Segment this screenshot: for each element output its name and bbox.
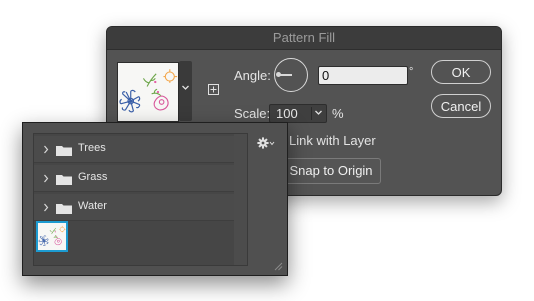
- resize-grip-icon[interactable]: [273, 261, 283, 271]
- angle-input[interactable]: 0: [318, 66, 408, 85]
- pattern-preset-panel: Trees Grass Water: [22, 122, 288, 276]
- scale-value: 100: [276, 106, 298, 121]
- angle-unit: °: [409, 66, 414, 78]
- cancel-button[interactable]: Cancel: [431, 94, 491, 118]
- floral-pattern-thumbnail: [119, 68, 178, 113]
- preset-group-grass[interactable]: Grass: [34, 165, 234, 192]
- preset-group-water[interactable]: Water: [34, 194, 234, 221]
- dialog-title: Pattern Fill: [107, 27, 501, 50]
- chevron-down-icon[interactable]: [314, 108, 323, 117]
- folder-icon: [56, 146, 72, 156]
- pattern-preset-list[interactable]: Trees Grass Water: [33, 133, 248, 266]
- snap-to-origin-button[interactable]: Snap to Origin: [281, 158, 381, 184]
- pattern-thumbnail-selected[interactable]: [36, 221, 68, 252]
- scale-label: Scale:: [234, 106, 271, 121]
- preset-group-label: Grass: [78, 171, 108, 183]
- chevron-down-icon: [182, 85, 189, 90]
- scale-unit: %: [332, 106, 344, 121]
- chevron-right-icon[interactable]: [43, 203, 49, 212]
- angle-dial-hand: [279, 74, 292, 76]
- pattern-picker-swatch[interactable]: [117, 62, 179, 122]
- gear-menu-icon[interactable]: [257, 137, 275, 149]
- new-preset-icon[interactable]: [208, 84, 219, 95]
- preset-list-scrollbar[interactable]: [234, 134, 247, 265]
- floral-pattern-thumbnail: [38, 225, 66, 247]
- chevron-right-icon[interactable]: [43, 174, 49, 183]
- preset-group-label: Trees: [78, 142, 106, 154]
- scale-field[interactable]: 100: [269, 104, 327, 123]
- folder-icon: [56, 175, 72, 185]
- preset-group-label: Water: [78, 200, 107, 212]
- chevron-right-icon[interactable]: [43, 145, 49, 154]
- angle-dial[interactable]: [274, 58, 308, 92]
- pattern-picker-dropdown-button[interactable]: [179, 61, 192, 121]
- angle-label: Angle:: [234, 68, 271, 83]
- ok-button[interactable]: OK: [431, 60, 491, 84]
- scale-field-divider: [311, 107, 312, 120]
- preset-group-trees[interactable]: Trees: [34, 136, 234, 163]
- link-with-layer-label[interactable]: Link with Layer: [289, 133, 376, 148]
- folder-icon: [56, 204, 72, 214]
